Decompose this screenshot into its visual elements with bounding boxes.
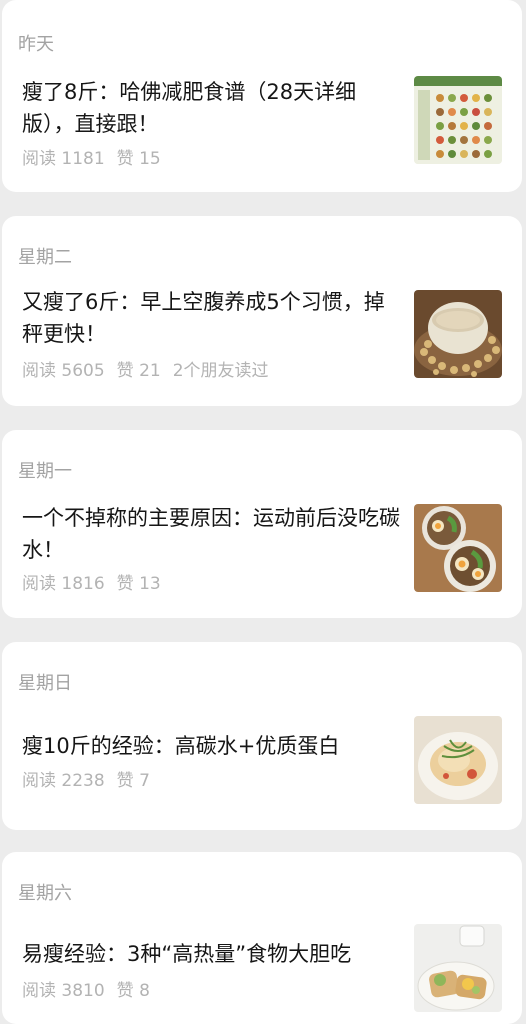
- article-title[interactable]: 易瘦经验：3种“高热量”食物大胆吃: [22, 938, 402, 970]
- date-label: 星期六: [18, 883, 72, 904]
- like-count: 赞 13: [116, 574, 161, 594]
- article-stats: 阅读 5605 赞 21 2个朋友读过: [22, 356, 281, 381]
- article-title[interactable]: 瘦了8斤：哈佛减肥食谱（28天详细版），直接跟！: [22, 76, 402, 140]
- meal-plan-chart-thumbnail[interactable]: [414, 76, 502, 164]
- noodle-bowl-thumbnail[interactable]: [414, 504, 502, 592]
- date-label: 星期日: [18, 673, 72, 694]
- article-stats: 阅读 1181 赞 15: [22, 144, 173, 169]
- article-card[interactable]: 昨天 瘦了8斤：哈佛减肥食谱（28天详细版），直接跟！ 阅读 1181 赞 15: [2, 0, 522, 192]
- date-label: 星期一: [18, 461, 72, 482]
- like-count: 赞 15: [116, 149, 161, 169]
- like-count: 赞 8: [116, 981, 150, 1001]
- date-label: 昨天: [18, 34, 54, 55]
- article-card[interactable]: 星期日 瘦10斤的经验：高碳水+优质蛋白 阅读 2238 赞 7: [2, 642, 522, 830]
- article-card[interactable]: 星期二 又瘦了6斤：早上空腹养成5个习惯，掉秤更快！ 阅读 5605 赞 21 2个…: [2, 216, 522, 406]
- toast-plate-thumbnail[interactable]: [414, 924, 502, 1012]
- date-label: 星期二: [18, 247, 72, 268]
- article-stats: 阅读 2238 赞 7: [22, 766, 162, 791]
- read-count: 阅读 1816: [22, 574, 105, 594]
- article-stats: 阅读 3810 赞 8: [22, 976, 162, 1001]
- article-title[interactable]: 瘦10斤的经验：高碳水+优质蛋白: [22, 730, 402, 762]
- soy-milk-thumbnail[interactable]: [414, 290, 502, 378]
- article-card[interactable]: 星期六 易瘦经验：3种“高热量”食物大胆吃 阅读 3810 赞 8: [2, 852, 522, 1024]
- article-title[interactable]: 一个不掉称的主要原因：运动前后没吃碳水！: [22, 502, 402, 566]
- article-card[interactable]: 星期一 一个不掉称的主要原因：运动前后没吃碳水！ 阅读 1816 赞 13: [2, 430, 522, 618]
- read-count: 阅读 2238: [22, 771, 105, 791]
- like-count: 赞 7: [116, 771, 150, 791]
- read-count: 阅读 3810: [22, 981, 105, 1001]
- read-count: 阅读 5605: [22, 361, 105, 381]
- dish-thumbnail[interactable]: [414, 716, 502, 804]
- like-count: 赞 21: [116, 361, 161, 381]
- read-count: 阅读 1181: [22, 149, 105, 169]
- article-title[interactable]: 又瘦了6斤：早上空腹养成5个习惯，掉秤更快！: [22, 286, 402, 350]
- friends-read: 2个朋友读过: [172, 361, 269, 381]
- article-stats: 阅读 1816 赞 13: [22, 569, 173, 594]
